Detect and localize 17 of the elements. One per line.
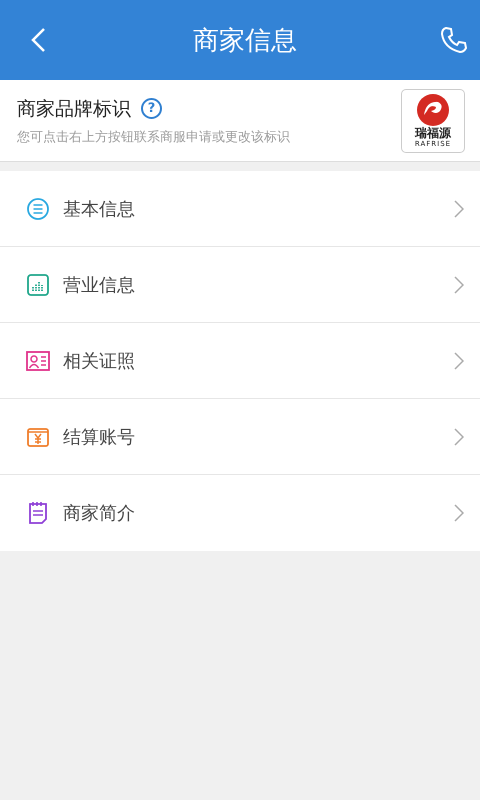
menu-item[interactable]: 相关证照 [0, 323, 480, 399]
page-title: 商家信息 [193, 24, 297, 58]
brand-title: 商家品牌标识 [17, 96, 131, 122]
phone-icon[interactable] [440, 26, 468, 54]
menu-item[interactable]: 基本信息 [0, 171, 480, 247]
chevron-icon [454, 428, 464, 446]
chevron-icon [454, 276, 464, 294]
logo-name: 瑞福源 [415, 126, 451, 140]
chevron-icon [454, 352, 464, 370]
menu-item[interactable]: 结算账号 [0, 399, 480, 475]
menu-item[interactable]: 商家简介 [0, 475, 480, 551]
help-icon[interactable]: ? [141, 98, 162, 119]
swirl-icon [416, 92, 450, 126]
brand-hint: 您可点击右上方按钮联系商服申请或更改该标识 [17, 128, 290, 146]
chevron-icon [454, 504, 464, 522]
chevron-icon [454, 200, 464, 218]
menu-item[interactable]: 营业信息 [0, 247, 480, 323]
